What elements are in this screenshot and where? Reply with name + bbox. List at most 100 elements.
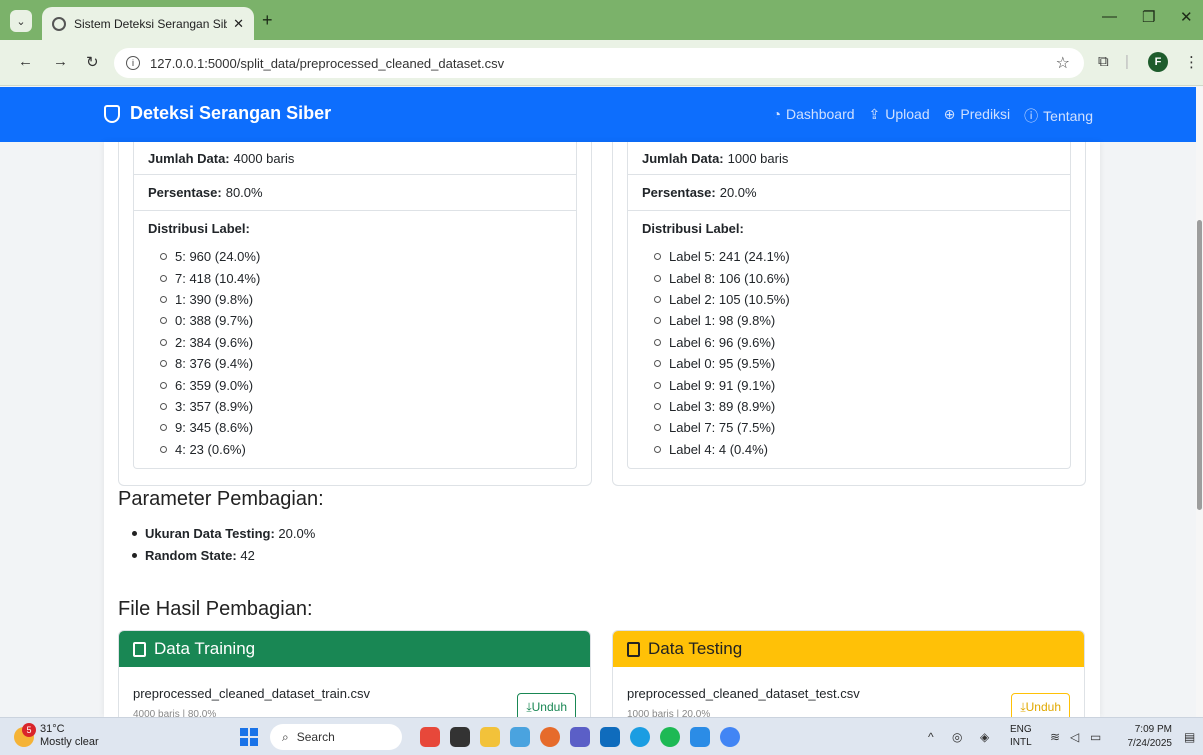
- weather-icon[interactable]: 5: [14, 723, 36, 747]
- test-card: Jumlah Data: 1000 baris Persentase: 20.0% …: [612, 142, 1086, 486]
- train-download-button[interactable]: ⤓ Unduh: [517, 693, 576, 717]
- vscode-icon[interactable]: [690, 727, 710, 747]
- train-count-row: Jumlah Data: 4000 baris: [134, 142, 576, 175]
- test-file-meta: 1000 baris | 20.0%: [627, 709, 711, 717]
- list-item: 8: 376 (9.4%): [160, 353, 562, 374]
- nav-dashboard[interactable]: ◔ Dashboard: [773, 106, 855, 126]
- files-title: File Hasil Pembagian:: [118, 598, 313, 620]
- list-item: 7: 418 (10.4%): [160, 267, 562, 288]
- battery-icon[interactable]: ▭: [1090, 730, 1101, 744]
- test-info-list: Jumlah Data: 1000 baris Persentase: 20.0% …: [627, 142, 1071, 469]
- site-info-icon[interactable]: i: [126, 56, 140, 70]
- train-info-list: Jumlah Data: 4000 baris Persentase: 80.0% …: [133, 142, 577, 469]
- browser-tab[interactable]: Sistem Deteksi Serangan Siber ✕: [42, 7, 254, 40]
- reload-icon[interactable]: ↻: [86, 53, 99, 71]
- test-file-name: preprocessed_cleaned_dataset_test.csv: [627, 686, 860, 701]
- address-input[interactable]: i 127.0.0.1:5000/split_data/preprocessed…: [114, 48, 1084, 78]
- notification-icon[interactable]: ▤: [1184, 730, 1195, 744]
- minimize-icon[interactable]: —: [1102, 8, 1117, 25]
- scrollbar-thumb[interactable]: [1197, 220, 1202, 510]
- list-item: Ukuran Data Testing: 20.0%: [132, 522, 315, 544]
- nav-prediksi[interactable]: ⊕ Prediksi: [944, 106, 1011, 126]
- chrome-icon[interactable]: [720, 727, 740, 747]
- nav-tentang[interactable]: ⓘ Tentang: [1024, 106, 1093, 126]
- profile-avatar[interactable]: F: [1148, 52, 1168, 72]
- gauge-icon: ◔: [772, 106, 782, 122]
- train-distribution: Distribusi Label: 5: 960 (24.0%) 7: 418 …: [134, 211, 576, 460]
- file-spreadsheet-icon: [133, 641, 146, 657]
- upload-icon: ⇪: [868, 106, 881, 122]
- list-item: 6: 359 (9.0%): [160, 374, 562, 395]
- list-item: 9: 345 (8.6%): [160, 417, 562, 438]
- page-scrollbar[interactable]: [1196, 87, 1203, 717]
- windows-start-icon[interactable]: [240, 728, 258, 746]
- weather-widget[interactable]: 31°C Mostly clear: [40, 723, 99, 749]
- test-count-row: Jumlah Data: 1000 baris: [628, 142, 1070, 175]
- tab-title: Sistem Deteksi Serangan Siber: [74, 16, 228, 31]
- menu-icon[interactable]: ⋮: [1184, 53, 1199, 71]
- taskbar-search[interactable]: ⌕ Search: [270, 724, 402, 750]
- list-item: Label 6: 96 (9.6%): [654, 332, 1056, 353]
- close-window-icon[interactable]: ✕: [1180, 8, 1193, 26]
- list-item: Label 0: 95 (9.5%): [654, 353, 1056, 374]
- clock[interactable]: 7:09 PM 7/24/2025: [1120, 723, 1173, 751]
- close-tab-icon[interactable]: ✕: [233, 16, 244, 32]
- toolbar-divider: |: [1125, 53, 1129, 70]
- volume-icon[interactable]: ◁: [1070, 730, 1079, 744]
- teams-icon[interactable]: [570, 727, 590, 747]
- firefox-icon[interactable]: [540, 727, 560, 747]
- copilot-icon[interactable]: [510, 727, 530, 747]
- globe-icon: [52, 16, 66, 31]
- task-view-icon[interactable]: [450, 727, 470, 747]
- train-file-name: preprocessed_cleaned_dataset_train.csv: [133, 686, 371, 701]
- brand-text: Deteksi Serangan Siber: [130, 103, 332, 123]
- test-download-button[interactable]: ⤓ Unduh: [1011, 693, 1070, 717]
- app-icon[interactable]: [420, 727, 440, 747]
- file-explorer-icon[interactable]: [480, 727, 500, 747]
- list-item: 5: 960 (24.0%): [160, 246, 562, 267]
- windows-taskbar: 5 31°C Mostly clear ⌕ Search ^ ◎ ◈ ENG I…: [0, 717, 1203, 755]
- robot-icon: ⊕: [943, 106, 956, 122]
- list-item: Label 3: 89 (8.9%): [654, 396, 1056, 417]
- train-card: Jumlah Data: 4000 baris Persentase: 80.0% …: [118, 142, 592, 486]
- train-file-meta: 4000 baris | 80.0%: [133, 709, 217, 717]
- test-file-card: Data Testing preprocessed_cleaned_datase…: [612, 630, 1085, 717]
- new-tab-icon[interactable]: +: [262, 10, 273, 31]
- file-spreadsheet-icon: [627, 641, 640, 657]
- tab-search-icon[interactable]: ⌄: [10, 10, 32, 32]
- list-item: Random State: 42: [132, 544, 315, 566]
- list-item: 1: 390 (9.8%): [160, 289, 562, 310]
- shield-icon: [104, 104, 120, 123]
- list-item: 0: 388 (9.7%): [160, 310, 562, 331]
- url-text: 127.0.0.1:5000/split_data/preprocessed_c…: [150, 55, 505, 71]
- spotify-icon[interactable]: [660, 727, 680, 747]
- back-icon[interactable]: ←: [18, 53, 33, 70]
- edge-icon[interactable]: [630, 727, 650, 747]
- tray-app-icon[interactable]: ◎: [952, 730, 962, 744]
- forward-icon[interactable]: →: [53, 53, 68, 70]
- list-item: Label 2: 105 (10.5%): [654, 289, 1056, 310]
- list-item: Label 5: 241 (24.1%): [654, 246, 1056, 267]
- search-icon: ⌕: [282, 729, 289, 744]
- extensions-icon[interactable]: ⧉: [1098, 53, 1109, 70]
- tray-security-icon[interactable]: ◈: [980, 730, 989, 744]
- list-item: Label 8: 106 (10.6%): [654, 267, 1056, 288]
- bookmark-star-icon[interactable]: ☆: [1056, 53, 1070, 73]
- outlook-icon[interactable]: [600, 727, 620, 747]
- brand-link[interactable]: Deteksi Serangan Siber: [104, 103, 331, 124]
- wifi-icon[interactable]: ≋: [1050, 730, 1060, 744]
- list-item: 4: 23 (0.6%): [160, 439, 562, 460]
- main-content: Jumlah Data: 4000 baris Persentase: 80.0% …: [104, 142, 1100, 717]
- test-pct-row: Persentase: 20.0%: [628, 175, 1070, 211]
- restore-icon[interactable]: ❐: [1142, 8, 1155, 26]
- list-item: Label 1: 98 (9.8%): [654, 310, 1056, 331]
- nav-upload[interactable]: ⇪ Upload: [869, 106, 930, 126]
- language-indicator[interactable]: ENG INTL: [1010, 723, 1032, 749]
- tray-chevron-icon[interactable]: ^: [928, 730, 934, 744]
- list-item: Label 9: 91 (9.1%): [654, 374, 1056, 395]
- nav-links: ◔ Dashboard ⇪ Upload ⊕ Prediksi ⓘ Tentang: [773, 106, 1093, 126]
- train-pct-row: Persentase: 80.0%: [134, 175, 576, 211]
- params-list: Ukuran Data Testing: 20.0% Random State:…: [132, 522, 315, 566]
- address-toolbar: ← → ↻ i 127.0.0.1:5000/split_data/prepro…: [0, 40, 1203, 86]
- train-file-header: Data Training: [119, 631, 590, 667]
